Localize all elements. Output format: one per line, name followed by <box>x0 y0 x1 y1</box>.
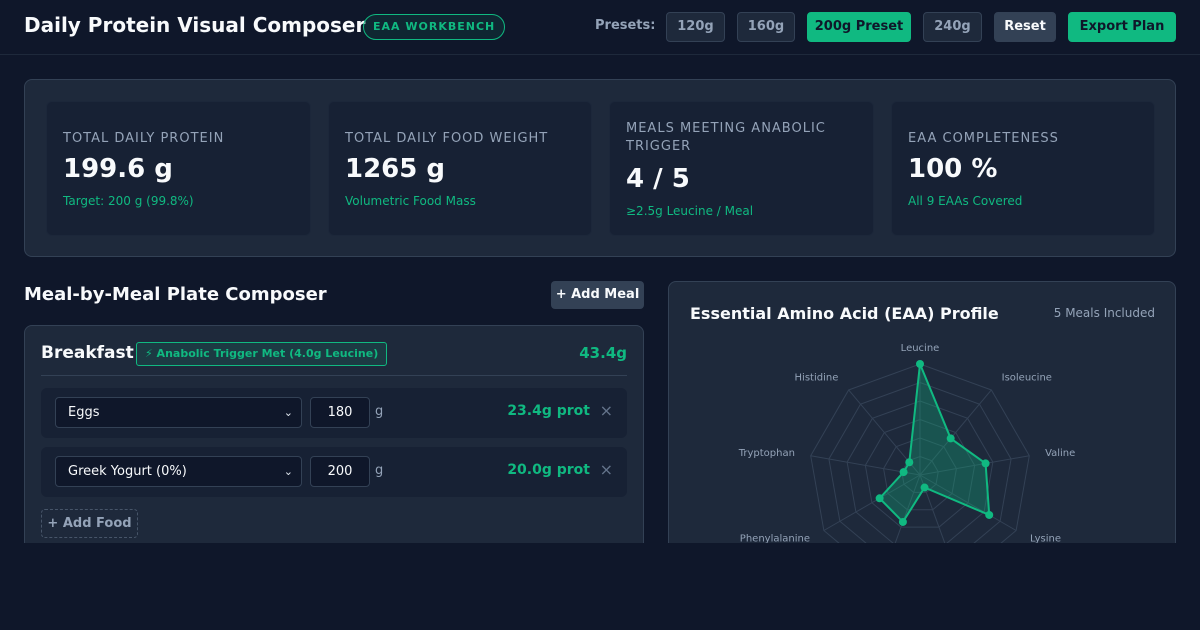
food-row: Greek Yogurt (0%) ⌄ 200 g 20.0g prot × <box>41 447 627 497</box>
eaa-profile-card: Essential Amino Acid (EAA) Profile 5 Mea… <box>668 281 1176 561</box>
food-select[interactable]: Greek Yogurt (0%) ⌄ <box>55 456 302 487</box>
stat-value: 199.6 g <box>63 154 173 184</box>
stat-card-total-protein: TOTAL DAILY PROTEIN 199.6 g Target: 200 … <box>46 101 311 236</box>
app-title: Daily Protein Visual Composer <box>24 13 366 37</box>
stat-card-eaa-completeness: EAA COMPLETENESS 100 % All 9 EAAs Covere… <box>891 101 1155 236</box>
close-icon[interactable]: × <box>600 401 613 420</box>
preset-200g-button[interactable]: 200g Preset <box>807 12 911 42</box>
food-protein: 20.0g prot <box>507 462 590 478</box>
eaa-axis-label-histidine: Histidine <box>795 373 839 384</box>
eaa-axis-label-leucine: Leucine <box>901 343 940 354</box>
stat-value: 100 % <box>908 154 998 184</box>
eaa-point-methionine <box>920 483 929 492</box>
presets-label: Presets: <box>595 18 656 33</box>
food-unit: g <box>375 463 384 478</box>
eaa-point-valine <box>981 459 990 468</box>
stat-sub: Volumetric Food Mass <box>345 194 476 208</box>
add-food-button[interactable]: + Add Food <box>41 509 138 538</box>
food-row: Eggs ⌄ 180 g 23.4g prot × <box>41 388 627 438</box>
stat-label: MEALS MEETING ANABOLIC TRIGGER <box>626 121 826 154</box>
eaa-radar-chart: LeucineIsoleucineValineLysineMethionineT… <box>738 343 1075 560</box>
preset-120g-button[interactable]: 120g <box>666 12 725 42</box>
stats-panel: TOTAL DAILY PROTEIN 199.6 g Target: 200 … <box>24 79 1176 257</box>
page-footer-blank <box>0 543 1200 630</box>
food-select-value: Greek Yogurt (0%) <box>68 464 187 479</box>
top-bar: Daily Protein Visual Composer EAA WORKBE… <box>0 0 1200 55</box>
workbench-badge: EAA WORKBENCH <box>363 14 506 40</box>
meal-card-breakfast: Breakfast ⚡ Anabolic Trigger Met (4.0g L… <box>24 325 644 555</box>
stat-sub: ≥2.5g Leucine / Meal <box>626 204 754 218</box>
food-quantity-input[interactable]: 200 <box>310 456 370 487</box>
add-meal-button[interactable]: + Add Meal <box>551 281 644 309</box>
eaa-point-threonine <box>898 517 907 526</box>
stat-label: TOTAL DAILY PROTEIN <box>63 131 225 146</box>
food-select[interactable]: Eggs ⌄ <box>55 397 302 428</box>
stat-card-food-weight: TOTAL DAILY FOOD WEIGHT 1265 g Volumetri… <box>328 101 592 236</box>
eaa-point-histidine <box>905 458 914 467</box>
eaa-axis-label-tryptophan: Tryptophan <box>738 448 795 459</box>
eaa-point-isoleucine <box>946 434 955 443</box>
eaa-axis-label-valine: Valine <box>1045 448 1075 459</box>
stat-value: 4 / 5 <box>626 164 690 194</box>
stat-sub: All 9 EAAs Covered <box>908 194 1023 208</box>
eaa-point-leucine <box>916 360 924 368</box>
chevron-down-icon: ⌄ <box>283 465 293 478</box>
food-protein: 23.4g prot <box>507 403 590 419</box>
meal-protein-total: 43.4g <box>579 344 627 362</box>
chevron-down-icon: ⌄ <box>283 406 293 419</box>
eaa-axis-label-isoleucine: Isoleucine <box>1002 373 1052 384</box>
stat-sub: Target: 200 g (99.8%) <box>63 194 194 208</box>
stat-card-anabolic-trigger: MEALS MEETING ANABOLIC TRIGGER 4 / 5 ≥2.… <box>609 101 874 236</box>
eaa-point-lysine <box>985 510 994 519</box>
stat-value: 1265 g <box>345 154 446 184</box>
stat-label: TOTAL DAILY FOOD WEIGHT <box>345 131 549 146</box>
eaa-point-tryptophan <box>899 468 908 477</box>
anabolic-trigger-badge: ⚡ Anabolic Trigger Met (4.0g Leucine) <box>136 342 388 366</box>
reset-button[interactable]: Reset <box>994 12 1056 42</box>
food-unit: g <box>375 404 384 419</box>
preset-240g-button[interactable]: 240g <box>923 12 982 42</box>
composer-title: Meal-by-Meal Plate Composer <box>24 284 327 305</box>
preset-160g-button[interactable]: 160g <box>737 12 795 42</box>
meal-name: Breakfast <box>41 343 134 363</box>
eaa-point-phenylalanine <box>875 494 884 503</box>
meal-divider <box>41 375 627 376</box>
close-icon[interactable]: × <box>600 460 613 479</box>
export-plan-button[interactable]: Export Plan <box>1068 12 1176 42</box>
food-quantity-input[interactable]: 180 <box>310 397 370 428</box>
food-select-value: Eggs <box>68 405 100 420</box>
stat-label: EAA COMPLETENESS <box>908 131 1059 146</box>
